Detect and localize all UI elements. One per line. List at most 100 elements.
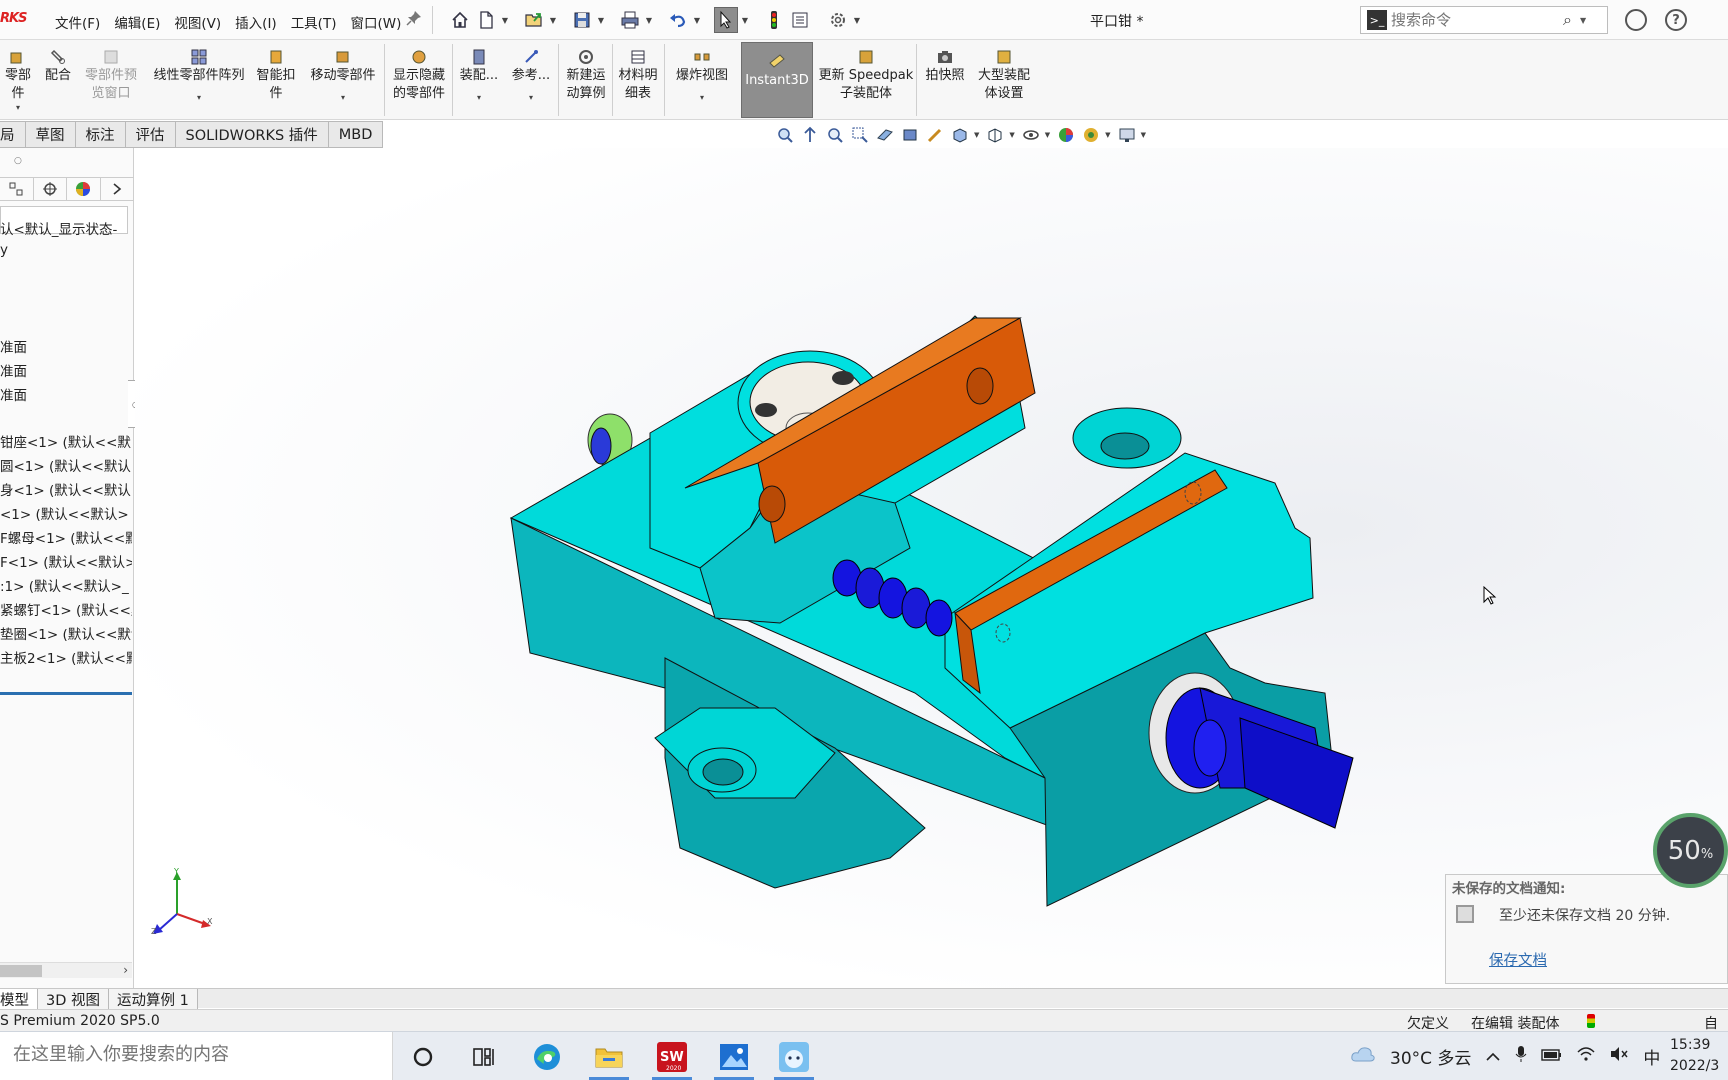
chevron-down-icon[interactable]: ▼ [500, 7, 510, 33]
large-assembly-settings-button[interactable]: 大型装配 体设置 [972, 48, 1036, 103]
save-icon[interactable] [570, 7, 594, 33]
view-orientation-icon[interactable] [924, 124, 946, 146]
zoom-to-fit-icon[interactable] [774, 124, 796, 146]
rebuild-traffic-light-icon[interactable] [762, 7, 786, 33]
chevron-down-icon[interactable]: ▼ [692, 7, 702, 33]
new-motion-study-button[interactable]: 新建运 动算例 [562, 48, 610, 103]
exploded-view-button[interactable]: 爆炸视图 ▾ [668, 48, 736, 103]
take-snapshot-button[interactable]: 拍快照 [920, 48, 970, 85]
user-account-icon[interactable] [1625, 9, 1647, 31]
section-view-icon[interactable] [874, 124, 896, 146]
panel-horizontal-scrollbar[interactable]: › [0, 962, 132, 978]
chevron-down-icon[interactable]: ▼ [974, 131, 979, 139]
input-method-indicator[interactable]: 中 [1643, 1044, 1660, 1069]
search-input[interactable] [1391, 11, 1561, 29]
battery-icon[interactable] [1541, 1047, 1563, 1067]
menu-insert[interactable]: 插入(I) [228, 12, 284, 32]
live-wallpaper-app-icon[interactable] [777, 1040, 811, 1074]
gear-icon[interactable] [826, 7, 850, 33]
menu-window[interactable]: 窗口(W) [343, 12, 408, 32]
search-icon[interactable]: ⌕ [1563, 10, 1572, 30]
assembly-features-button[interactable]: 装配... ▾ [456, 48, 502, 103]
chevron-down-icon[interactable]: ▼ [1105, 131, 1110, 139]
property-manager-tab-icon[interactable] [0, 178, 34, 200]
progress-badge[interactable]: 50% [1653, 813, 1728, 888]
update-speedpak-button[interactable]: 更新 Speedpak 子装配体 [818, 48, 914, 103]
component-preview-button[interactable]: 零部件预 览窗口 [80, 48, 142, 103]
move-component-button[interactable]: 移动零部件 ▾ [304, 48, 382, 103]
tree-component[interactable]: 垫圈<1> (默认<<默认 [0, 623, 132, 643]
chevron-right-icon[interactable]: › [123, 963, 128, 977]
menu-view[interactable]: 视图(V) [167, 12, 228, 32]
dimxpert-tab-icon[interactable] [34, 178, 68, 200]
tab-layout[interactable]: 局 [0, 121, 26, 148]
menu-file[interactable]: 文件(F) [48, 12, 107, 32]
chevron-down-icon[interactable]: ▼ [740, 7, 750, 33]
cloud-weather-icon[interactable] [1350, 1045, 1376, 1068]
zoom-to-area-icon[interactable] [824, 124, 846, 146]
tree-component[interactable]: 圆<1> (默认<<默认> [0, 455, 132, 475]
open-folder-icon[interactable] [522, 7, 546, 33]
display-style-icon[interactable] [949, 124, 971, 146]
solidworks-app-icon[interactable]: SW 2020 [655, 1040, 689, 1074]
chevron-down-icon[interactable]: ▼ [596, 7, 606, 33]
scrollbar-thumb[interactable] [0, 965, 42, 977]
cortana-icon[interactable] [406, 1040, 440, 1074]
chevron-down-icon[interactable]: ▼ [1141, 131, 1146, 139]
tab-mbd[interactable]: MBD [328, 121, 384, 148]
edge-browser-icon[interactable] [530, 1040, 564, 1074]
home-icon[interactable] [448, 7, 472, 33]
tab-evaluate[interactable]: 评估 [125, 121, 176, 148]
chevron-down-icon[interactable]: ▼ [1009, 131, 1014, 139]
wifi-icon[interactable] [1577, 1046, 1595, 1067]
chevron-right-icon[interactable] [101, 178, 134, 200]
tab-sketch[interactable]: 草图 [25, 121, 76, 148]
reference-geometry-button[interactable]: 参考... ▾ [508, 48, 554, 103]
insert-components-button[interactable]: 零部件 ▾ [0, 48, 36, 113]
rollback-bar[interactable] [0, 692, 132, 695]
undo-icon[interactable] [666, 7, 690, 33]
task-view-icon[interactable] [467, 1040, 501, 1074]
edit-appearance-icon[interactable] [1055, 124, 1077, 146]
bill-of-materials-button[interactable]: 材料明 细表 [616, 48, 660, 103]
graphics-area[interactable]: Y X Z [135, 148, 1728, 988]
tree-component[interactable]: 身<1> (默认<<默认 [0, 479, 132, 499]
mate-button[interactable]: 配合 [40, 48, 76, 85]
tree-history[interactable]: y [0, 242, 132, 258]
taskbar-search[interactable] [0, 1032, 393, 1080]
tree-component[interactable]: :1> (默认<<默认>_ [0, 575, 132, 595]
taskbar-search-input[interactable] [13, 1044, 383, 1065]
tab-addins[interactable]: SOLIDWORKS 插件 [175, 121, 329, 148]
pin-icon[interactable] [406, 10, 422, 26]
chevron-down-icon[interactable]: ▼ [852, 7, 862, 33]
view-eye-icon[interactable] [1020, 124, 1042, 146]
tab-3d-views[interactable]: 3D 视图 [38, 989, 109, 1009]
tree-component[interactable]: 钳座<1> (默认<<默 [0, 431, 132, 451]
show-hidden-components-button[interactable]: 显示隐藏 的零部件 [388, 48, 450, 103]
file-explorer-icon[interactable] [592, 1040, 626, 1074]
photos-app-icon[interactable] [717, 1040, 751, 1074]
microphone-icon[interactable] [1515, 1045, 1527, 1068]
tree-component[interactable]: <1> (默认<<默认> [0, 503, 132, 523]
chevron-down-icon[interactable]: ▼ [1045, 131, 1050, 139]
dynamic-annotation-icon[interactable] [899, 124, 921, 146]
tab-motion-study[interactable]: 运动算例 1 [109, 989, 198, 1009]
save-document-link[interactable]: 保存文档 [1489, 949, 1547, 970]
chevron-down-icon[interactable]: ▼ [644, 7, 654, 33]
instant3d-button[interactable]: Instant3D [741, 42, 813, 118]
apply-scene-icon[interactable] [1080, 124, 1102, 146]
menu-tools[interactable]: 工具(T) [284, 12, 344, 32]
tree-plane-front[interactable]: 准面 [0, 336, 132, 356]
tree-component[interactable]: F螺母<1> (默认<<默 [0, 527, 132, 547]
new-document-icon[interactable] [474, 7, 498, 33]
smart-fasteners-button[interactable]: 智能扣件 [254, 48, 298, 103]
chevron-down-icon[interactable]: ▼ [1580, 16, 1586, 25]
tree-config[interactable]: 认<默认_显示状态- [0, 218, 132, 238]
tree-plane-right[interactable]: 准面 [0, 384, 132, 404]
chevron-down-icon[interactable]: ▼ [548, 7, 558, 33]
chevron-up-icon[interactable] [1485, 1047, 1501, 1067]
vise-3d-model[interactable] [135, 148, 1728, 988]
volume-muted-icon[interactable] [1609, 1046, 1629, 1067]
tab-markup[interactable]: 标注 [75, 121, 126, 148]
view-settings-icon[interactable] [1116, 124, 1138, 146]
